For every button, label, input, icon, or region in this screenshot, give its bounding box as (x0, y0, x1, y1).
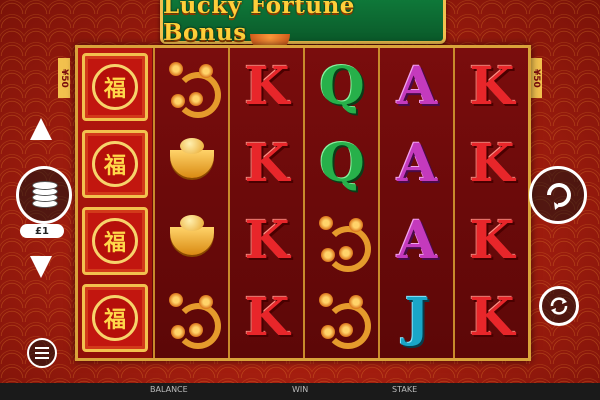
reel-4: QQ (303, 48, 379, 358)
dragon-symbol (305, 279, 379, 356)
dragon-symbol (155, 279, 229, 356)
fu-character: 福 (92, 217, 138, 264)
fu-symbol: 福 (78, 279, 152, 356)
letter-K-symbol: K (469, 286, 515, 348)
letter-Q-symbol: Q (319, 132, 365, 194)
letter-A-symbol: A (396, 55, 438, 117)
fu-symbol: 福 (78, 48, 152, 125)
fu-character: 福 (92, 140, 138, 187)
stake-up-arrow-icon[interactable] (30, 118, 52, 140)
right-payline-tag: ¥50 (530, 58, 542, 98)
stake-value: £1 (20, 224, 64, 238)
fu-character: 福 (92, 63, 138, 110)
letter-K-symbol: K (244, 55, 290, 117)
letter-K-symbol: K (469, 132, 515, 194)
reel-grid: 福福福福KKKKQQAAAJKKKK (75, 45, 531, 361)
game-title: Lucky Fortune Bonus (163, 0, 355, 46)
reel-6: KKKK (453, 48, 529, 358)
status-bar: BALANCE WIN STAKE (0, 383, 600, 400)
autoplay-button[interactable] (539, 286, 579, 326)
letter-K-symbol: K (244, 286, 290, 348)
letter-Q-symbol: Q (319, 55, 365, 117)
win-label: WIN (292, 385, 309, 394)
dragon-symbol (155, 48, 229, 125)
letter-K-symbol: K (244, 132, 290, 194)
title-banner: Lucky Fortune Bonus (160, 0, 446, 46)
fu-symbol: 福 (78, 125, 152, 202)
stake-down-arrow-icon[interactable] (30, 256, 52, 278)
left-payline-tag: ¥50 (58, 58, 70, 98)
fu-character: 福 (92, 294, 138, 341)
letter-J-symbol: J (404, 286, 430, 348)
reel-5: AAAJ (378, 48, 454, 358)
letter-A-symbol: A (396, 209, 438, 271)
letter-A-symbol: A (396, 132, 438, 194)
reel-2 (153, 48, 229, 358)
gold-ingot-symbol (155, 125, 229, 202)
letter-K-symbol: K (469, 209, 515, 271)
fu-symbol: 福 (78, 202, 152, 279)
letter-K-symbol: K (469, 55, 515, 117)
menu-icon[interactable] (27, 338, 57, 368)
autoplay-icon (550, 297, 568, 315)
spin-icon (547, 183, 571, 210)
reel-3: KKKK (228, 48, 304, 358)
spin-button[interactable] (529, 166, 587, 224)
reel-1: 福福福福 (78, 48, 152, 358)
balance-label: BALANCE (150, 385, 188, 394)
chips-icon[interactable] (16, 166, 72, 224)
letter-K-symbol: K (244, 209, 290, 271)
gold-ingot-symbol (155, 202, 229, 279)
stake-label: STAKE (392, 385, 418, 394)
dragon-symbol (305, 202, 379, 279)
